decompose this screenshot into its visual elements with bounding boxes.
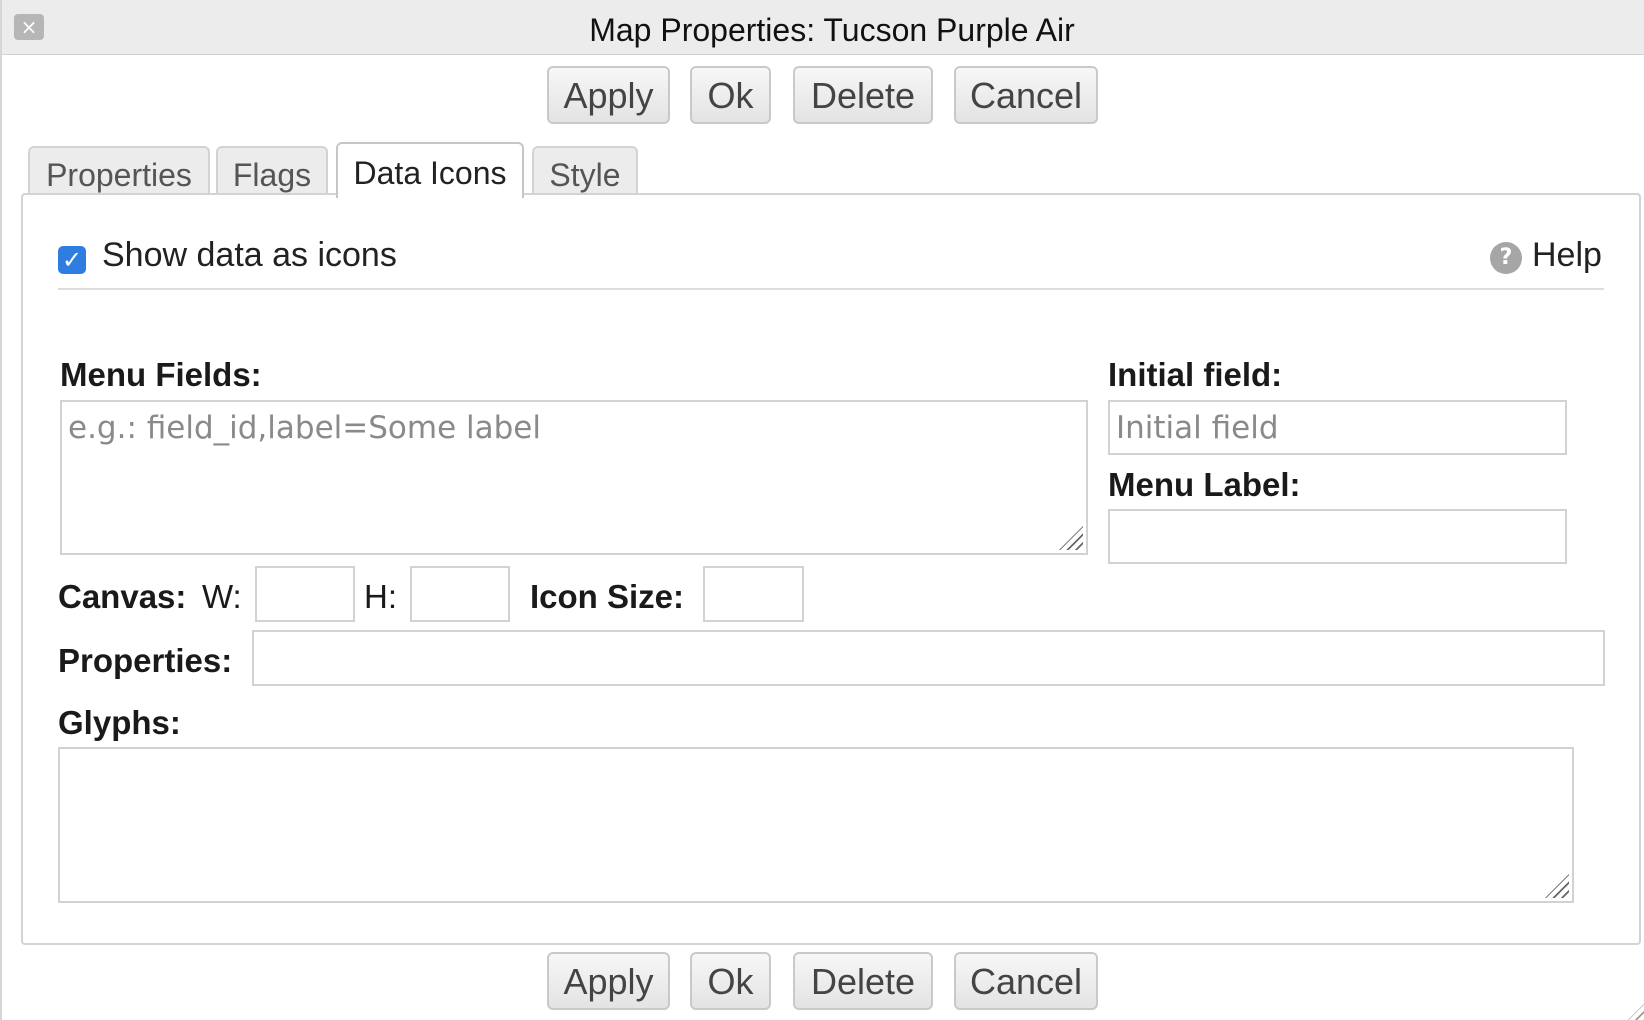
icon-size-input[interactable] — [703, 566, 804, 622]
glyphs-textarea[interactable] — [58, 747, 1574, 903]
canvas-width-label: W: — [202, 578, 242, 615]
title-bar: Map Properties: Tucson Purple Air × — [2, 0, 1644, 55]
close-icon[interactable]: × — [14, 14, 44, 40]
initial-field-placeholder: Initial field — [1116, 410, 1279, 446]
canvas-width-input[interactable] — [255, 566, 355, 622]
menu-label-input[interactable] — [1108, 509, 1567, 564]
menu-fields-label: Menu Fields: — [60, 356, 262, 393]
menu-fields-placeholder: e.g.: field_id,label=Some label — [68, 410, 541, 446]
resize-grip-icon[interactable] — [1059, 526, 1083, 550]
apply-button[interactable]: Apply — [547, 952, 670, 1010]
show-as-icons-label[interactable]: Show data as icons — [102, 236, 397, 275]
tab-style[interactable]: Style — [532, 146, 638, 196]
delete-button[interactable]: Delete — [793, 66, 933, 124]
canvas-height-input[interactable] — [410, 566, 510, 622]
tab-properties[interactable]: Properties — [28, 146, 210, 196]
ok-button[interactable]: Ok — [690, 952, 771, 1010]
help-circle-icon[interactable]: ? — [1490, 242, 1522, 274]
window-title: Map Properties: Tucson Purple Air — [589, 12, 1075, 48]
cancel-button[interactable]: Cancel — [954, 952, 1098, 1010]
canvas-label: Canvas: — [58, 578, 187, 615]
menu-fields-textarea[interactable]: e.g.: field_id,label=Some label — [60, 400, 1088, 555]
properties-label: Properties: — [58, 642, 233, 679]
help-link[interactable]: Help — [1532, 236, 1602, 275]
menu-label-label: Menu Label: — [1108, 466, 1301, 503]
cancel-button[interactable]: Cancel — [954, 66, 1098, 124]
canvas-height-label: H: — [364, 578, 397, 615]
apply-button[interactable]: Apply — [547, 66, 670, 124]
window-resize-grip-icon[interactable] — [1628, 1004, 1644, 1020]
icon-size-label: Icon Size: — [530, 578, 685, 615]
show-as-icons-checkbox[interactable]: ✓ — [58, 246, 86, 274]
ok-button[interactable]: Ok — [690, 66, 771, 124]
initial-field-label: Initial field: — [1108, 356, 1283, 393]
properties-input[interactable] — [252, 630, 1605, 686]
resize-grip-icon[interactable] — [1545, 874, 1569, 898]
section-divider — [58, 288, 1604, 290]
glyphs-label: Glyphs: — [58, 704, 181, 741]
delete-button[interactable]: Delete — [793, 952, 933, 1010]
tab-data-icons[interactable]: Data Icons — [336, 142, 524, 198]
initial-field-input[interactable]: Initial field — [1108, 400, 1567, 455]
tab-flags[interactable]: Flags — [216, 146, 328, 196]
map-properties-dialog: Map Properties: Tucson Purple Air × Appl… — [0, 0, 1644, 1020]
